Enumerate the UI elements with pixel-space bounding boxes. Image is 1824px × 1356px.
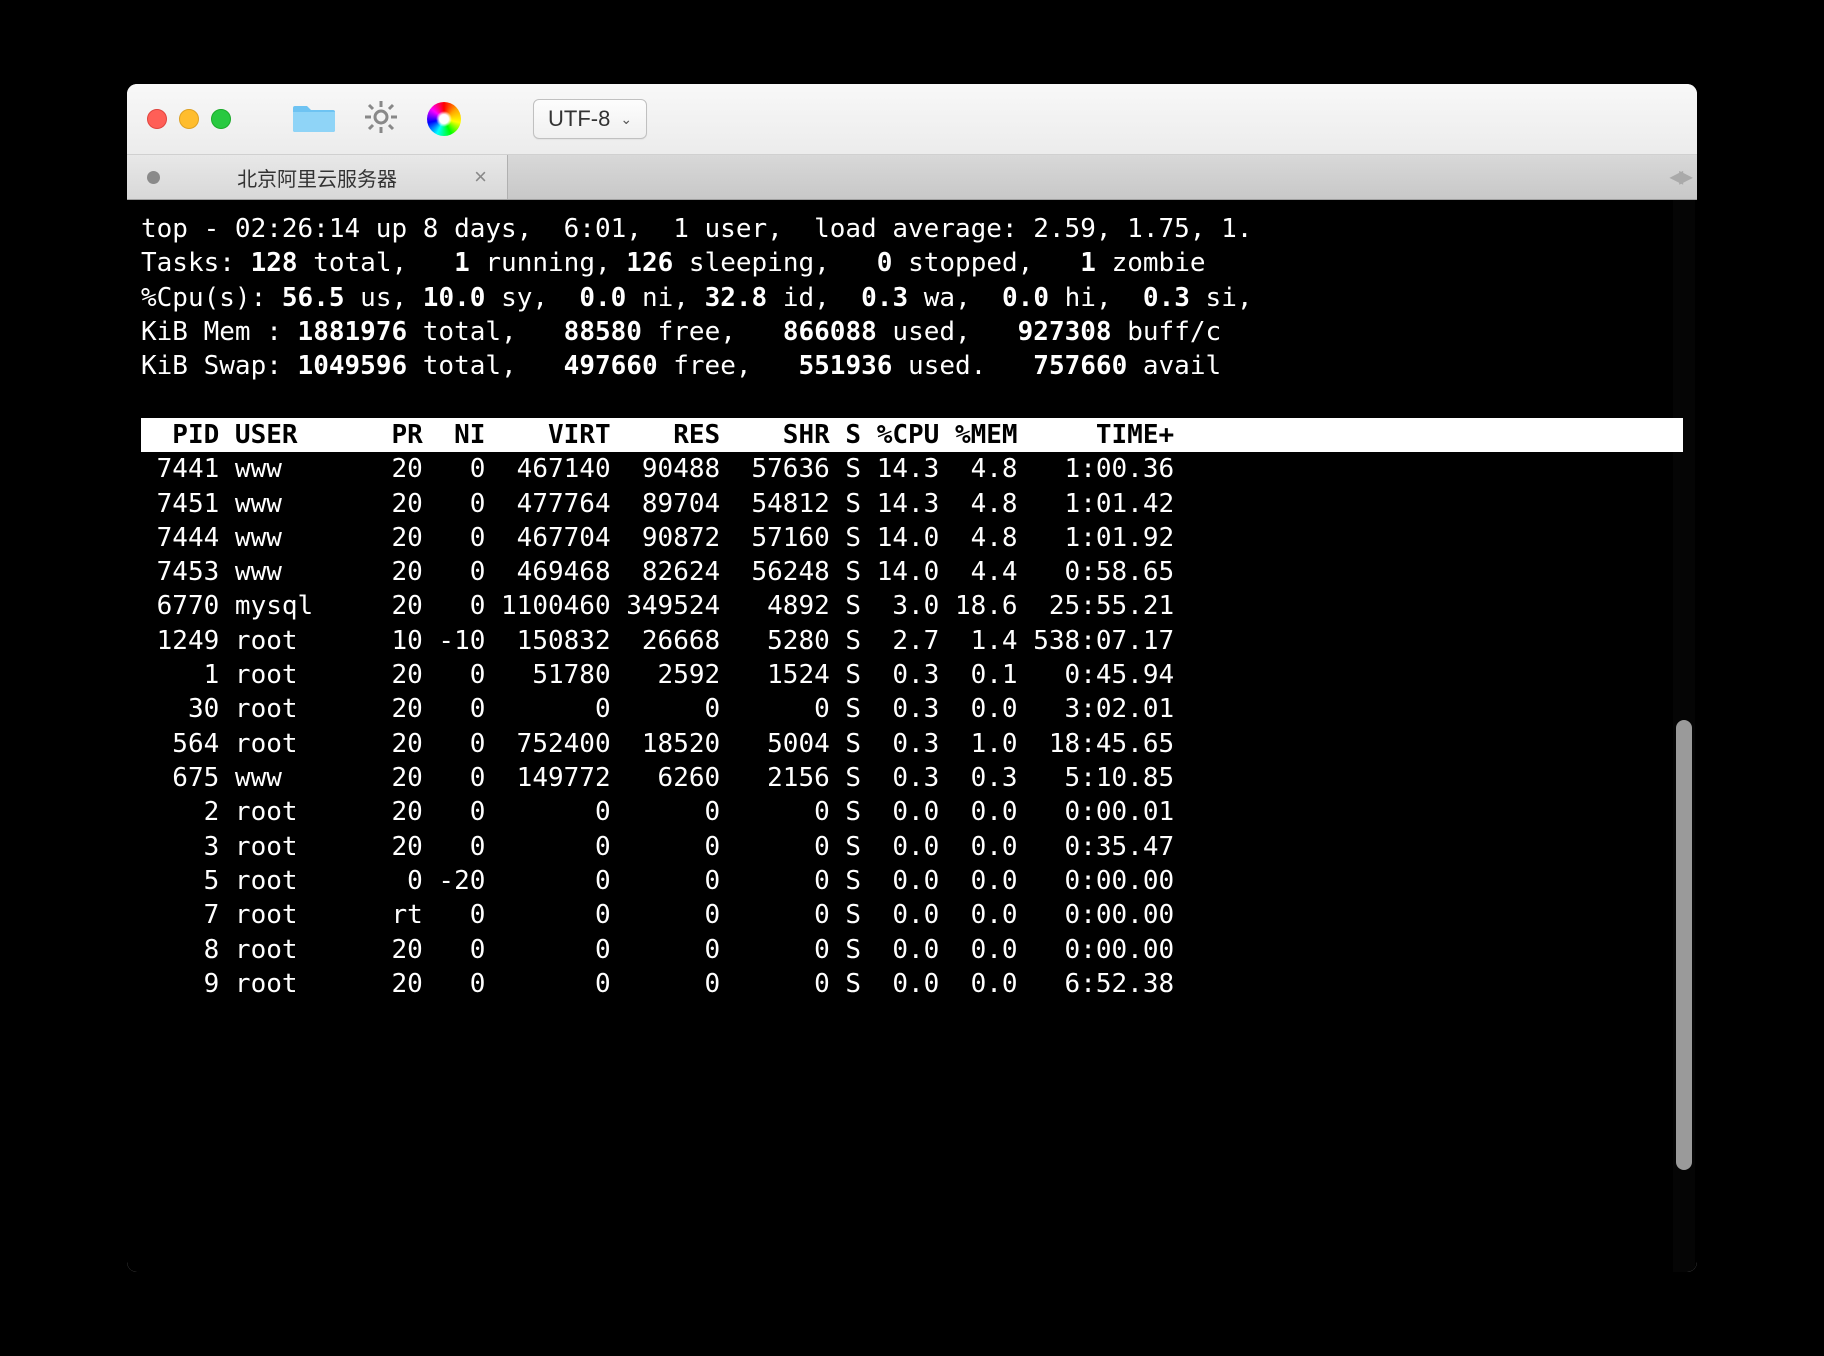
tab-status-dot	[147, 171, 160, 184]
toolbar-icons	[293, 99, 461, 140]
scrollbar-thumb[interactable]	[1676, 720, 1692, 1170]
process-row: 7 root rt 0 0 0 0 S 0.0 0.0 0:00.00	[141, 898, 1683, 932]
process-row: 3 root 20 0 0 0 0 S 0.0 0.0 0:35.47	[141, 830, 1683, 864]
process-row: 6770 mysql 20 0 1100460 349524 4892 S 3.…	[141, 589, 1683, 623]
terminal-window: UTF-8 ⌄ 北京阿里云服务器 × ◀▶ top - 02:26:14 up …	[127, 84, 1697, 1272]
process-row: 564 root 20 0 752400 18520 5004 S 0.3 1.…	[141, 727, 1683, 761]
process-row: 7444 www 20 0 467704 90872 57160 S 14.0 …	[141, 521, 1683, 555]
process-row: 8 root 20 0 0 0 0 S 0.0 0.0 0:00.00	[141, 933, 1683, 967]
process-row: 675 www 20 0 149772 6260 2156 S 0.3 0.3 …	[141, 761, 1683, 795]
tab-title: 北京阿里云服务器	[237, 163, 397, 192]
close-icon[interactable]: ×	[474, 164, 487, 190]
mem-line: KiB Mem : 1881976 total, 88580 free, 866…	[141, 317, 1221, 347]
swap-line: KiB Swap: 1049596 total, 497660 free, 55…	[141, 351, 1221, 381]
tasks-line: Tasks: 128 total, 1 running, 126 sleepin…	[141, 248, 1206, 278]
tab-active[interactable]: 北京阿里云服务器 ×	[127, 155, 508, 199]
titlebar: UTF-8 ⌄	[127, 84, 1697, 155]
zoom-window-button[interactable]	[211, 109, 231, 129]
top-uptime-line: top - 02:26:14 up 8 days, 6:01, 1 user, …	[141, 214, 1252, 244]
cpu-line: %Cpu(s): 56.5 us, 10.0 sy, 0.0 ni, 32.8 …	[141, 283, 1253, 313]
gear-icon[interactable]	[363, 99, 399, 140]
encoding-label: UTF-8	[548, 106, 610, 132]
terminal-output[interactable]: top - 02:26:14 up 8 days, 6:01, 1 user, …	[127, 200, 1697, 1272]
tab-overflow-icon[interactable]: ◀▶	[1669, 167, 1689, 188]
chevron-down-icon: ⌄	[620, 111, 632, 128]
color-picker-icon[interactable]	[427, 102, 461, 136]
traffic-lights	[147, 109, 231, 129]
scrollbar-track[interactable]	[1673, 200, 1695, 1272]
process-row: 5 root 0 -20 0 0 0 S 0.0 0.0 0:00.00	[141, 864, 1683, 898]
process-row: 1249 root 10 -10 150832 26668 5280 S 2.7…	[141, 624, 1683, 658]
process-row: 1 root 20 0 51780 2592 1524 S 0.3 0.1 0:…	[141, 658, 1683, 692]
process-rows: 7441 www 20 0 467140 90488 57636 S 14.3 …	[141, 452, 1683, 1001]
process-row: 7451 www 20 0 477764 89704 54812 S 14.3 …	[141, 487, 1683, 521]
process-row: 9 root 20 0 0 0 0 S 0.0 0.0 6:52.38	[141, 967, 1683, 1001]
process-row: 2 root 20 0 0 0 0 S 0.0 0.0 0:00.01	[141, 795, 1683, 829]
minimize-window-button[interactable]	[179, 109, 199, 129]
process-header-row: PID USER PR NI VIRT RES SHR S %CPU %MEM …	[141, 418, 1683, 452]
tabbar: 北京阿里云服务器 × ◀▶	[127, 155, 1697, 200]
process-row: 7453 www 20 0 469468 82624 56248 S 14.0 …	[141, 555, 1683, 589]
process-row: 30 root 20 0 0 0 0 S 0.3 0.0 3:02.01	[141, 692, 1683, 726]
encoding-dropdown[interactable]: UTF-8 ⌄	[533, 99, 647, 139]
close-window-button[interactable]	[147, 109, 167, 129]
process-row: 7441 www 20 0 467140 90488 57636 S 14.3 …	[141, 452, 1683, 486]
folder-icon[interactable]	[293, 100, 335, 139]
